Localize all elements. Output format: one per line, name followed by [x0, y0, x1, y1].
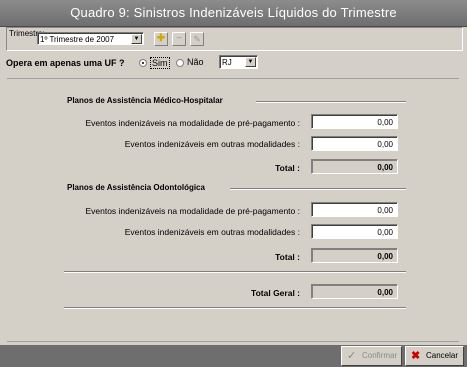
section-divider — [64, 307, 406, 309]
medico-total-field: 0,00 — [311, 159, 398, 174]
medico-outras-label: Eventos indenizáveis em outras modalidad… — [124, 139, 300, 149]
cancel-button[interactable]: ✖ Cancelar — [405, 346, 464, 366]
uf-select[interactable]: RJ ▼ — [219, 55, 258, 69]
section-title-odonto: Planos de Assistência Odontológica — [67, 183, 205, 192]
total-geral-label: Total Geral : — [251, 288, 300, 298]
confirm-button[interactable]: ✓ Confirmar — [341, 346, 402, 366]
odonto-outras-label: Eventos indenizáveis em outras modalidad… — [124, 227, 300, 237]
check-icon: ✓ — [347, 350, 357, 362]
uf-value: RJ — [222, 58, 232, 67]
radio-sim[interactable] — [139, 59, 147, 67]
pencil-icon[interactable]: ✎ — [190, 32, 204, 46]
trimestre-select[interactable]: 1º Trimestre de 2007 ▼ — [37, 32, 144, 45]
section-title-medico: Planos de Assistência Médico-Hospitalar — [67, 96, 223, 105]
plus-icon[interactable]: ✚ — [154, 32, 168, 46]
radio-sim-label[interactable]: Sim — [150, 57, 170, 69]
section-divider — [230, 188, 406, 190]
radio-nao[interactable] — [176, 59, 184, 67]
chevron-down-icon[interactable]: ▼ — [131, 34, 142, 44]
odonto-total-label: Total : — [275, 252, 300, 262]
odonto-outras-input[interactable]: 0,00 — [311, 224, 398, 239]
odonto-pre-input[interactable]: 0,00 — [311, 202, 398, 217]
section-divider — [256, 101, 406, 103]
window-title: Quadro 9: Sinistros Indenizáveis Líquido… — [70, 5, 397, 20]
odonto-total-field: 0,00 — [311, 248, 398, 263]
uf-question: Opera em apenas uma UF ? — [6, 58, 125, 68]
medico-pre-label: Eventos indenizáveis na modalidade de pr… — [85, 118, 300, 128]
radio-nao-label[interactable]: Não — [187, 57, 204, 67]
odonto-pre-label: Eventos indenizáveis na modalidade de pr… — [85, 206, 300, 216]
medico-outras-input[interactable]: 0,00 — [311, 136, 398, 151]
section-divider — [64, 271, 406, 273]
trimestre-value: 1º Trimestre de 2007 — [40, 35, 115, 44]
medico-total-label: Total : — [275, 163, 300, 173]
total-geral-field: 0,00 — [311, 284, 398, 299]
medico-pre-input[interactable]: 0,00 — [311, 114, 398, 129]
close-icon: ✖ — [411, 350, 421, 362]
minus-icon[interactable]: − — [172, 32, 186, 46]
chevron-down-icon[interactable]: ▼ — [245, 57, 256, 67]
title-bar: Quadro 9: Sinistros Indenizáveis Líquido… — [0, 0, 467, 27]
